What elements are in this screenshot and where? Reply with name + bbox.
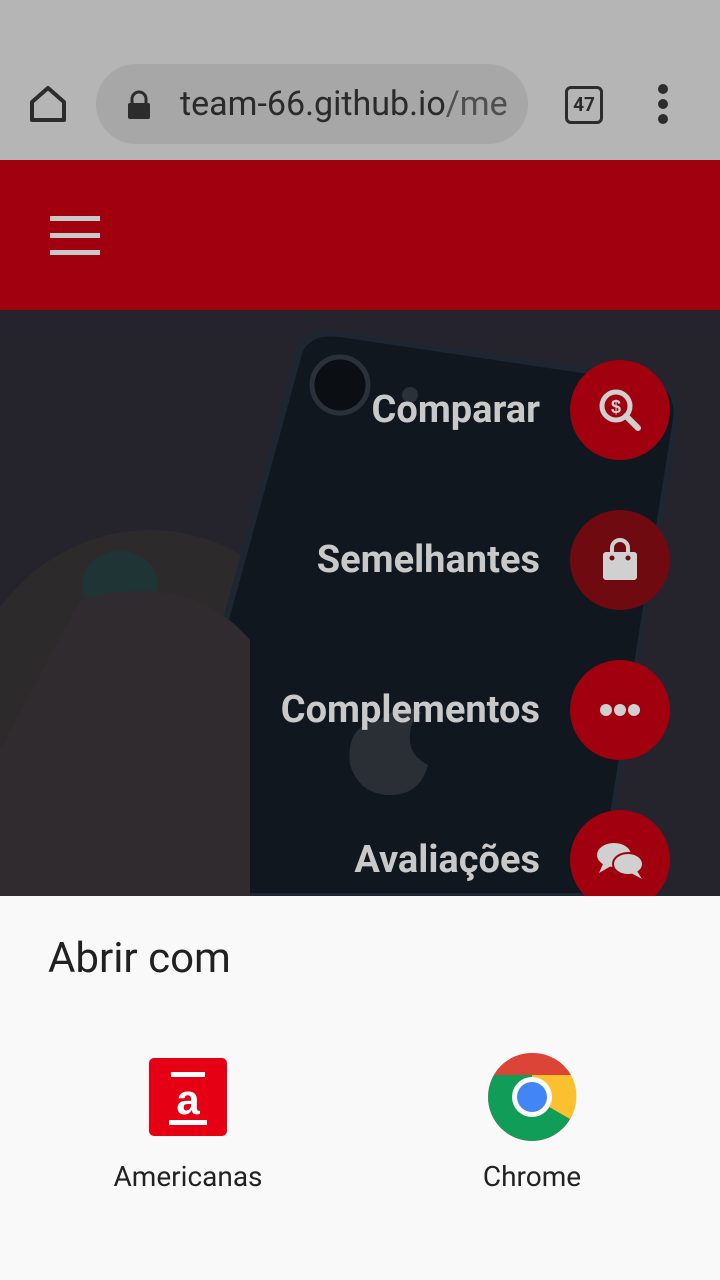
- overflow-menu-icon[interactable]: [650, 84, 678, 124]
- open-with-sheet: Abrir com a Americanas Chrome: [0, 896, 720, 1280]
- app-name-chrome: Chrome: [482, 1160, 582, 1193]
- url-text: team-66.github.io/me: [180, 82, 508, 126]
- tab-switcher-button[interactable]: 47: [565, 86, 603, 124]
- chrome-app-icon[interactable]: [487, 1052, 577, 1142]
- ellipsis-icon: [600, 704, 640, 716]
- app-option-chrome[interactable]: Chrome: [402, 1052, 662, 1193]
- fab-label-semelhantes[interactable]: Semelhantes: [317, 538, 540, 582]
- similar-fab-button[interactable]: [570, 510, 670, 610]
- fab-row-comparar[interactable]: Comparar $: [372, 360, 670, 460]
- compare-fab-button[interactable]: $: [570, 360, 670, 460]
- site-header: [0, 160, 720, 310]
- fab-label-avaliacoes[interactable]: Avaliações: [354, 838, 540, 882]
- complements-fab-button[interactable]: [570, 660, 670, 760]
- fab-label-comparar[interactable]: Comparar: [372, 388, 541, 432]
- app-option-americanas[interactable]: a Americanas: [58, 1052, 318, 1193]
- browser-toolbar: team-66.github.io/me 47: [0, 0, 720, 160]
- fab-row-avaliacoes[interactable]: Avaliações: [354, 810, 670, 896]
- lock-icon: [128, 90, 150, 119]
- americanas-app-icon[interactable]: a: [143, 1052, 233, 1142]
- app-name-americanas: Americanas: [113, 1160, 263, 1193]
- shopping-bag-icon: [603, 538, 637, 580]
- home-icon[interactable]: [24, 80, 72, 128]
- sheet-title: Abrir com: [48, 934, 231, 983]
- fab-row-semelhantes[interactable]: Semelhantes: [317, 510, 670, 610]
- url-host: team-66.github.io: [180, 84, 446, 124]
- comments-icon: [597, 843, 644, 879]
- hamburger-menu-icon[interactable]: [50, 216, 102, 256]
- url-path: /me: [445, 84, 508, 124]
- search-dollar-icon: $: [599, 389, 641, 431]
- address-bar[interactable]: team-66.github.io/me: [96, 64, 528, 144]
- svg-text:$: $: [611, 397, 621, 417]
- fab-row-complementos[interactable]: Complementos: [281, 660, 670, 760]
- product-hero: Comparar $ Semelhantes Complementos Aval…: [0, 310, 720, 896]
- reviews-fab-button[interactable]: [570, 810, 670, 896]
- fab-label-complementos[interactable]: Complementos: [281, 688, 540, 732]
- svg-text:a: a: [176, 1076, 200, 1123]
